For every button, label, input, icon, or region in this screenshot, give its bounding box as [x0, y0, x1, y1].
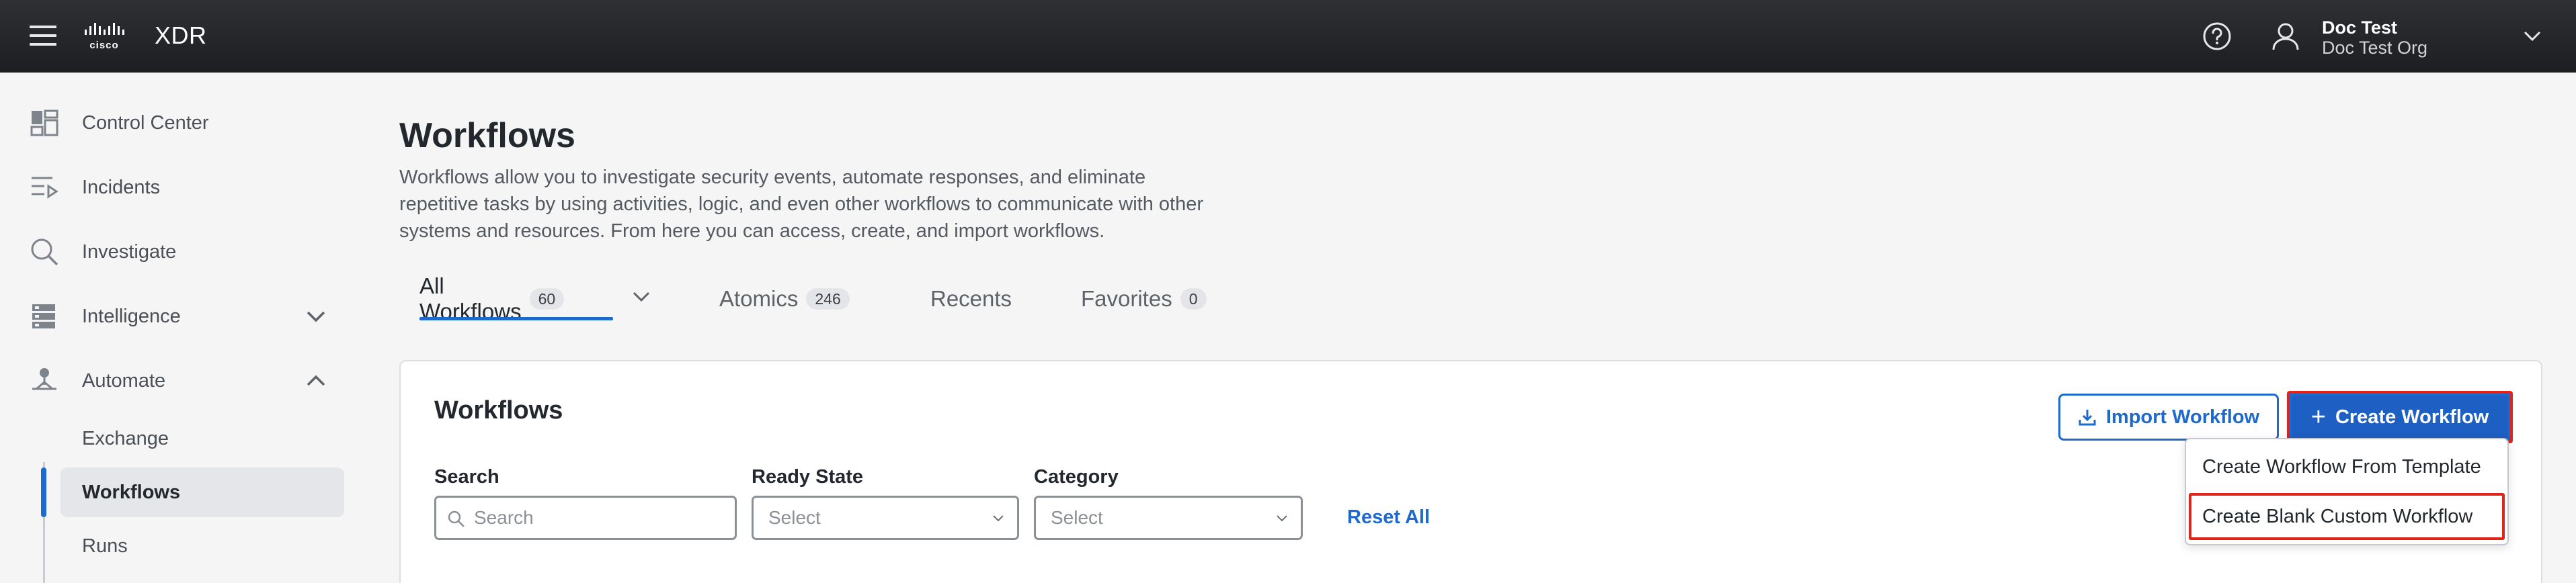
- top-header: cisco XDR Doc Test Doc Test Org: [0, 0, 2576, 73]
- sidebar-item-label: Investigate: [82, 240, 177, 263]
- cisco-logo: cisco: [85, 23, 124, 51]
- download-icon: [2079, 410, 2096, 426]
- automate-icon: [32, 368, 56, 390]
- active-tab-underline: [419, 317, 613, 320]
- product-name: XDR: [155, 21, 207, 49]
- import-workflow-label: Import Workflow: [2105, 406, 2260, 428]
- chevron-down-icon: [1277, 515, 1287, 522]
- tab-label: Atomics: [719, 286, 799, 311]
- sidebar-item-label: Intelligence: [82, 305, 181, 327]
- search-icon: [448, 510, 465, 527]
- tab-count-badge: 60: [529, 288, 565, 310]
- sidebar: Control Center Incidents Investigate Int…: [0, 73, 363, 583]
- ready-state-filter-label: Ready State: [752, 466, 864, 488]
- sidebar-item-intelligence[interactable]: Intelligence: [0, 286, 350, 347]
- tab-favorites[interactable]: Favorites 0: [1081, 274, 1207, 324]
- chevron-down-icon[interactable]: [631, 289, 652, 305]
- sidebar-item-label: Automate: [82, 369, 166, 392]
- user-avatar-icon[interactable]: [2269, 20, 2302, 52]
- active-indicator: [41, 467, 46, 517]
- menu-item-create-blank-custom[interactable]: Create Blank Custom Workflow: [2189, 493, 2505, 540]
- card-title: Workflows: [434, 396, 563, 424]
- search-filter-label: Search: [434, 466, 499, 488]
- database-icon: [32, 304, 55, 328]
- chevron-down-icon[interactable]: [304, 308, 328, 324]
- tab-recents[interactable]: Recents: [930, 274, 1012, 324]
- tab-label: Favorites: [1081, 286, 1172, 311]
- create-workflow-label: Create Workflow: [2335, 406, 2489, 428]
- chevron-down-icon[interactable]: [2522, 28, 2542, 44]
- menu-item-label: Create Blank Custom Workflow: [2202, 505, 2473, 527]
- menu-icon[interactable]: [30, 26, 56, 47]
- create-workflow-button[interactable]: + Create Workflow: [2287, 391, 2513, 443]
- chevron-up-icon[interactable]: [304, 373, 328, 389]
- user-org: Doc Test Org: [2322, 38, 2428, 58]
- tab-count-badge: 0: [1180, 288, 1207, 310]
- search-placeholder: Search: [474, 507, 534, 528]
- sidebar-item-label: Incidents: [82, 176, 161, 198]
- sidebar-item-automate[interactable]: Automate: [0, 351, 350, 411]
- help-icon[interactable]: [2202, 21, 2232, 51]
- user-menu[interactable]: Doc Test Doc Test Org: [2322, 17, 2427, 58]
- search-input[interactable]: Search: [434, 496, 737, 540]
- dashboard-icon: [30, 109, 58, 136]
- tab-atomics[interactable]: Atomics 246: [719, 274, 850, 324]
- sidebar-subitem-label: Runs: [82, 535, 128, 557]
- menu-item-label: Create Workflow From Template: [2202, 455, 2481, 478]
- import-workflow-button[interactable]: Import Workflow: [2058, 394, 2279, 441]
- sidebar-item-incidents[interactable]: Incidents: [0, 157, 350, 218]
- category-select[interactable]: Select: [1034, 496, 1303, 540]
- menu-item-create-from-template[interactable]: Create Workflow From Template: [2189, 443, 2505, 490]
- svg-text:cisco: cisco: [89, 40, 118, 51]
- reset-all-link[interactable]: Reset All: [1347, 506, 1430, 529]
- sidebar-item-investigate[interactable]: Investigate: [0, 222, 350, 282]
- incidents-icon: [32, 177, 58, 199]
- create-workflow-dropdown: Create Workflow From Template Create Bla…: [2185, 438, 2509, 545]
- page-title: Workflows: [399, 116, 575, 155]
- category-value: Select: [1051, 507, 1103, 528]
- tab-all-workflows[interactable]: All Workflows 60: [419, 273, 565, 324]
- chevron-down-icon: [993, 515, 1004, 522]
- ready-state-value: Select: [768, 507, 821, 528]
- sidebar-subitem-runs[interactable]: Runs: [61, 521, 344, 571]
- page-description: Workflows allow you to investigate secur…: [399, 167, 1203, 242]
- search-icon: [31, 238, 58, 266]
- tab-count-badge: 246: [806, 288, 850, 310]
- ready-state-select[interactable]: Select: [752, 496, 1019, 540]
- sidebar-item-control-center[interactable]: Control Center: [0, 93, 350, 153]
- tab-label: Recents: [930, 286, 1012, 311]
- user-name: Doc Test: [2322, 17, 2398, 38]
- sidebar-subitem-label: Exchange: [82, 427, 169, 449]
- plus-icon: +: [2310, 403, 2326, 431]
- category-filter-label: Category: [1034, 466, 1119, 488]
- sidebar-subitem-exchange[interactable]: Exchange: [61, 414, 344, 463]
- sidebar-subitem-label: Workflows: [82, 481, 181, 503]
- sidebar-item-label: Control Center: [82, 111, 209, 134]
- sidebar-subitem-workflows[interactable]: Workflows: [61, 467, 344, 517]
